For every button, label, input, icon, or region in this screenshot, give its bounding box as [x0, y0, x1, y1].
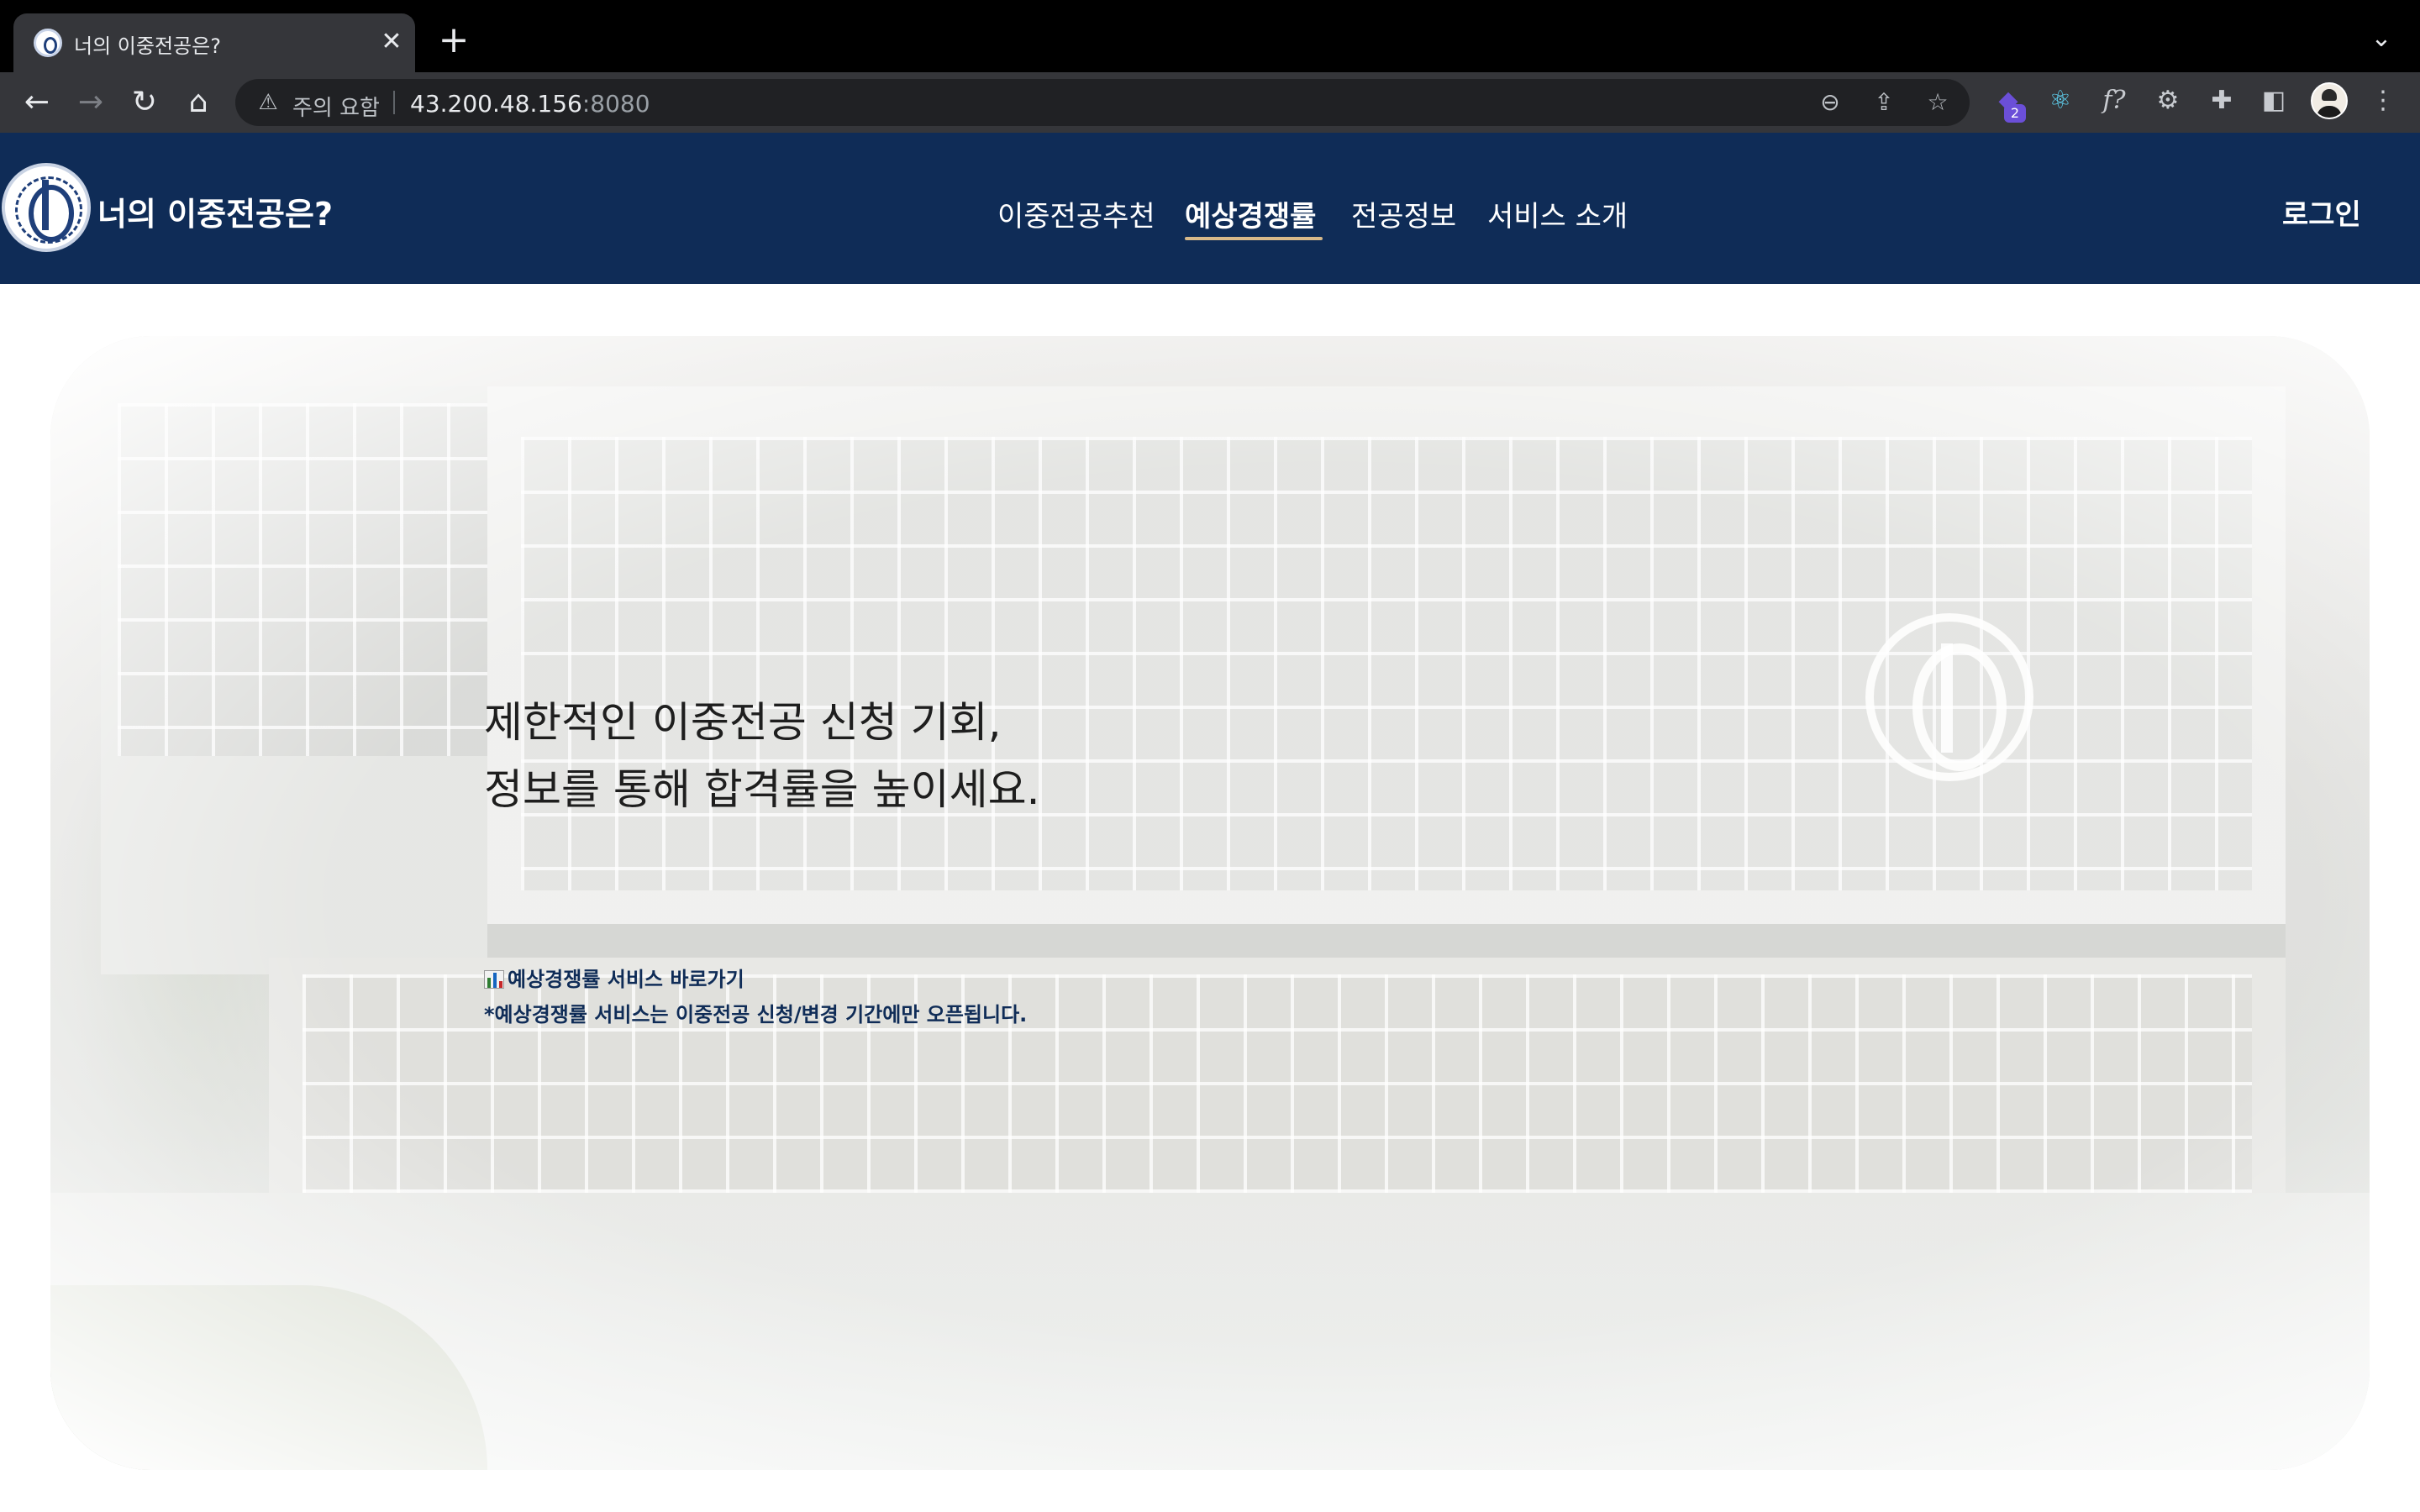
- kebab-menu-icon[interactable]: ⋮: [2365, 81, 2402, 121]
- bar-chart-emoji-icon: [484, 970, 504, 989]
- login-button[interactable]: 로그인: [2282, 192, 2361, 233]
- competition-service-link-label: 예상경쟁률 서비스 바로가기: [508, 968, 744, 991]
- service-availability-notice: *예상경쟁률 서비스는 이중전공 신청/변경 기간에만 오픈됩니다.: [484, 1003, 1028, 1026]
- star-icon[interactable]: ☆: [1923, 87, 1953, 118]
- react-devtools-icon[interactable]: ⚛: [2042, 81, 2079, 121]
- url-text[interactable]: 43.200.48.156:8080: [410, 90, 650, 118]
- nav-recommend[interactable]: 이중전공추천: [997, 193, 1155, 234]
- hero-headline-line2: 정보를 통해 합격률을 높이세요.: [484, 765, 1040, 814]
- url-port: :8080: [581, 90, 650, 118]
- warning-triangle-icon[interactable]: ⚠: [255, 90, 281, 115]
- font-extension-icon[interactable]: f?: [2096, 81, 2133, 121]
- tab-close-icon[interactable]: ✕: [375, 25, 408, 59]
- tab-search-chevron-icon[interactable]: ⌄: [2361, 24, 2402, 57]
- hero-vignette: [50, 336, 2370, 1470]
- puzzle-icon[interactable]: ✚: [2203, 81, 2240, 121]
- nav-service-intro[interactable]: 서비스 소개: [1487, 193, 1628, 234]
- reload-icon[interactable]: ↻: [123, 81, 166, 124]
- share-icon[interactable]: ⇪: [1869, 87, 1899, 118]
- nav-competition-rate[interactable]: 예상경쟁률: [1185, 193, 1316, 234]
- competition-service-link[interactable]: 예상경쟁률 서비스 바로가기: [484, 963, 744, 992]
- url-host: 43.200.48.156: [410, 90, 582, 118]
- omnibox-divider: [393, 91, 395, 114]
- active-nav-underline: [1185, 237, 1323, 240]
- zoom-icon[interactable]: ⊖: [1815, 87, 1845, 118]
- hero-headline: 제한적인 이중전공 신청 기회, 정보를 통해 합격률을 높이세요.: [484, 689, 1040, 823]
- site-header: 너의 이중전공은? 이중전공추천 예상경쟁률 전공정보 서비스 소개 로그인: [0, 133, 2420, 284]
- security-status-label[interactable]: 주의 요함: [292, 91, 380, 122]
- address-bar[interactable]: ⚠ 주의 요함 43.200.48.156:8080 ⊖ ⇪ ☆: [235, 79, 1970, 126]
- site-favicon-icon: [34, 29, 62, 57]
- new-tab-button[interactable]: +: [434, 22, 474, 62]
- nav-major-info[interactable]: 전공정보: [1351, 193, 1456, 234]
- side-panel-icon[interactable]: ◧: [2255, 81, 2292, 121]
- hero-headline-line1: 제한적인 이중전공 신청 기회,: [484, 698, 1002, 747]
- gear-extension-icon[interactable]: ⚙: [2149, 81, 2186, 121]
- hero-section: [50, 336, 2370, 1470]
- browser-tab[interactable]: 너의 이중전공은? ✕: [13, 13, 415, 72]
- seal-letter-mark: [42, 180, 49, 230]
- brand-name[interactable]: 너의 이중전공은?: [97, 188, 333, 234]
- extension-badge: 2: [2004, 104, 2026, 123]
- home-icon[interactable]: ⌂: [176, 81, 220, 124]
- back-arrow-icon[interactable]: ←: [15, 81, 59, 124]
- tab-title: 너의 이중전공은?: [74, 34, 221, 58]
- profile-avatar[interactable]: [2311, 82, 2348, 119]
- browser-tabstrip: 너의 이중전공은? ✕ + ⌄: [0, 0, 2420, 72]
- forward-arrow-icon[interactable]: →: [69, 81, 113, 124]
